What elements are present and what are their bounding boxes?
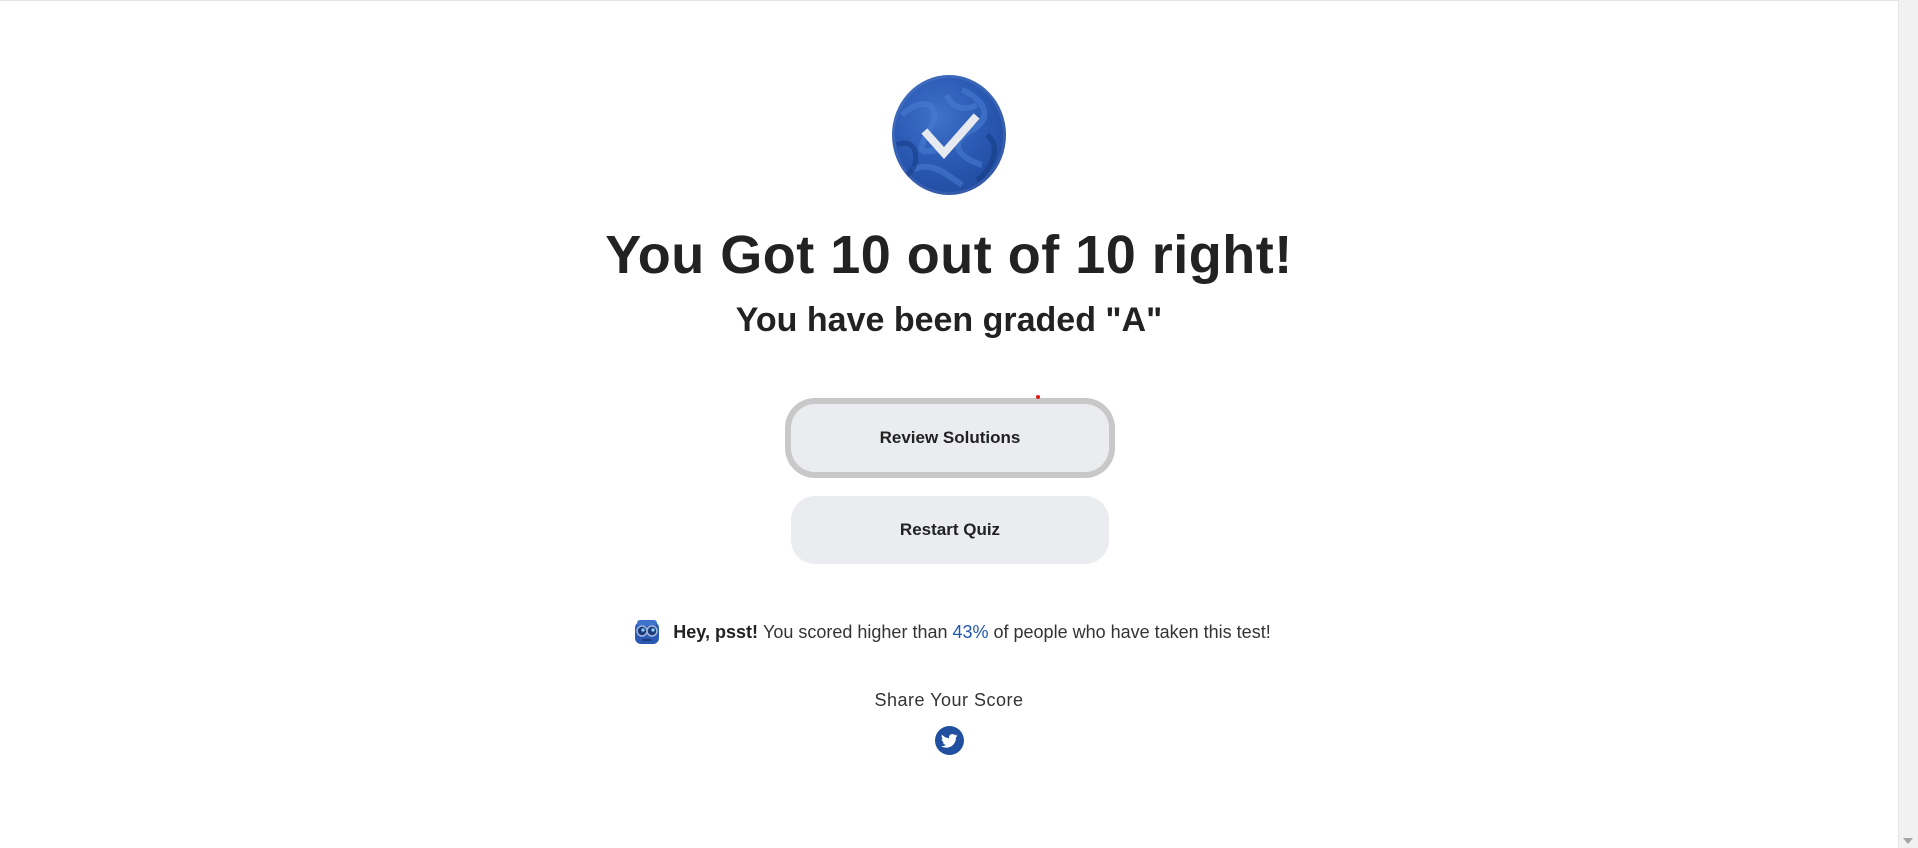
check-badge-icon xyxy=(892,75,1006,195)
share-score-title: Share Your Score xyxy=(874,690,1024,710)
grade-text: You have been graded "A" xyxy=(735,301,1163,339)
notice-lead: Hey, psst! xyxy=(673,621,758,642)
review-solutions-button[interactable]: Review Solutions xyxy=(791,404,1109,472)
scroll-down-arrow-icon[interactable] xyxy=(1903,838,1913,844)
robot-icon xyxy=(635,620,660,644)
twitter-share-button[interactable] xyxy=(935,726,964,755)
quiz-results-page: You Got 10 out of 10 right! You have bee… xyxy=(0,0,1918,848)
notice-text-before: You scored higher than xyxy=(763,621,948,642)
score-headline: You Got 10 out of 10 right! xyxy=(605,225,1293,285)
restart-quiz-button[interactable]: Restart Quiz xyxy=(791,496,1109,564)
percentile-notice: Hey, psst! You scored higher than 43% of… xyxy=(0,616,1898,648)
percentile-value: 43% xyxy=(952,621,989,642)
cursor-marker xyxy=(1036,395,1040,399)
notice-text-after: of people who have taken this test! xyxy=(993,621,1271,642)
vertical-scrollbar[interactable] xyxy=(1898,0,1918,848)
twitter-icon xyxy=(941,733,958,748)
top-divider xyxy=(0,0,1898,1)
